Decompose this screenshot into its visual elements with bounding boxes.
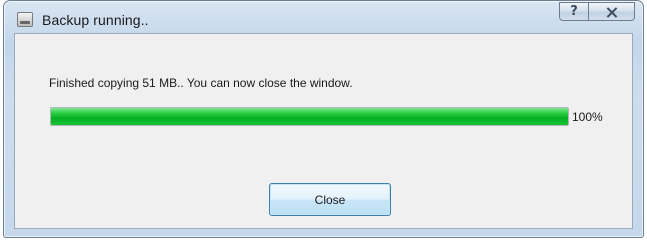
title-bar[interactable]: Backup running.. ? <box>4 1 643 33</box>
drive-icon <box>17 12 33 27</box>
window-bottom-edge <box>4 229 643 237</box>
status-message: Finished copying 51 MB.. You can now clo… <box>49 76 353 90</box>
window-title: Backup running.. <box>42 12 149 28</box>
window-close-button[interactable] <box>589 2 635 21</box>
backup-dialog-window: Backup running.. ? Finished copying 51 M… <box>3 0 644 238</box>
help-icon: ? <box>570 4 578 19</box>
close-x-icon <box>606 7 618 17</box>
close-button[interactable]: Close <box>269 183 391 216</box>
help-button[interactable]: ? <box>559 2 589 21</box>
caption-buttons: ? <box>559 2 635 21</box>
dialog-client-area: Finished copying 51 MB.. You can now clo… <box>14 33 633 229</box>
progress-bar <box>50 107 569 126</box>
progress-bar-fill <box>51 108 568 125</box>
progress-percent-label: 100% <box>572 110 603 124</box>
